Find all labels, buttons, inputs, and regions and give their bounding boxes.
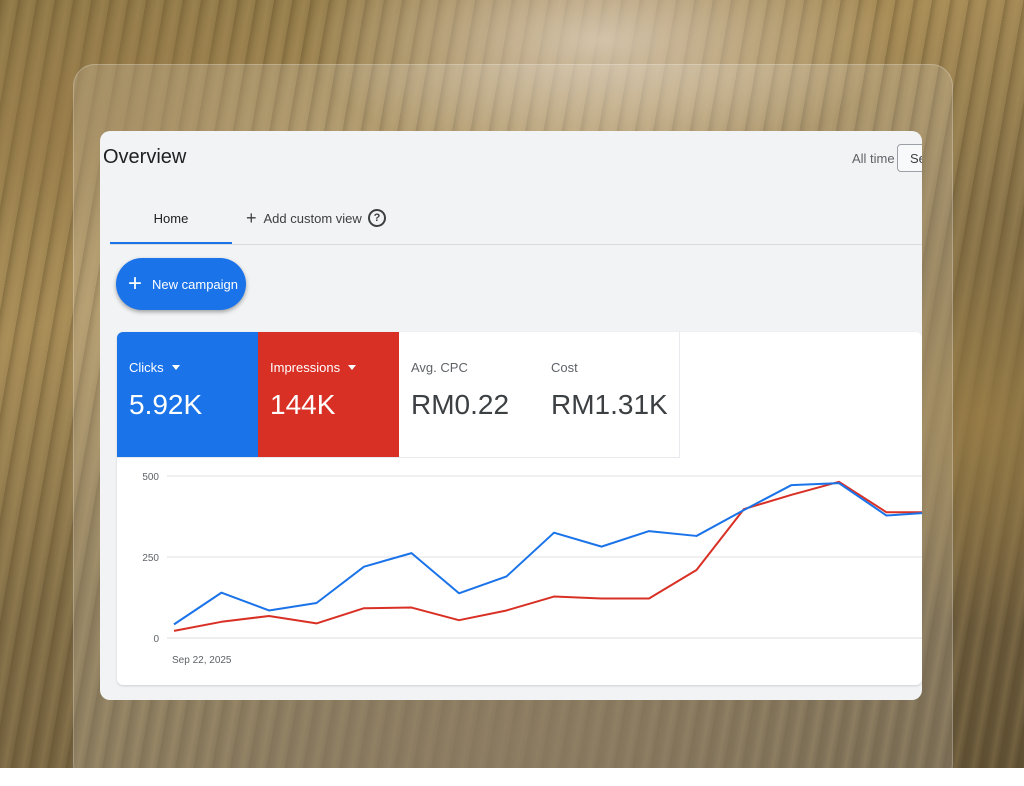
- new-campaign-label: New campaign: [152, 276, 239, 292]
- metric-value: 144K: [270, 389, 336, 420]
- metric-tile-clicks[interactable]: Clicks 5.92K: [117, 332, 258, 457]
- tab-home-label: Home: [153, 211, 189, 226]
- new-campaign-button[interactable]: + New campaign: [116, 258, 246, 310]
- caret-down-icon[interactable]: [171, 365, 180, 370]
- series-line: [173, 482, 922, 626]
- date-range-button[interactable]: Se: [897, 144, 922, 172]
- performance-card: Clicks 5.92K Impressions 144K Avg. CPC R…: [117, 332, 922, 685]
- tabs-divider: [110, 244, 922, 245]
- add-custom-view-button[interactable]: + Add custom view: [246, 209, 362, 227]
- metric-tile-avg-cpc[interactable]: Avg. CPC RM0.22: [399, 332, 540, 457]
- help-icon[interactable]: ?: [368, 209, 386, 227]
- metric-label: Cost: [551, 360, 578, 375]
- metric-tile-impressions[interactable]: Impressions 144K: [258, 332, 399, 457]
- metric-tile-cost[interactable]: Cost RM1.31K: [539, 332, 680, 457]
- overview-panel: Overview All time Se Home + Add custom v…: [100, 131, 922, 700]
- caret-down-icon[interactable]: [348, 365, 357, 370]
- tiles-divider: [117, 457, 680, 458]
- tab-home[interactable]: Home: [110, 205, 232, 245]
- y-tick-label: 500: [142, 472, 159, 483]
- metric-value: RM0.22: [411, 389, 510, 420]
- plus-icon: +: [128, 270, 143, 297]
- metric-value: RM1.31K: [551, 389, 668, 420]
- page-title: Overview: [103, 146, 187, 168]
- metric-label: Clicks: [129, 360, 164, 375]
- metric-value: 5.92K: [129, 389, 203, 420]
- x-tick-label: Sep 22, 2025: [172, 655, 232, 666]
- metric-label: Impressions: [270, 360, 341, 375]
- metric-label: Avg. CPC: [411, 360, 468, 375]
- performance-line-chart: 0 250 500 Sep 22, 2025: [142, 472, 922, 666]
- date-range-label: All time: [852, 151, 895, 166]
- y-tick-label: 250: [142, 553, 159, 564]
- y-tick-label: 0: [153, 634, 159, 645]
- add-custom-view-label: Add custom view: [263, 210, 362, 226]
- plus-icon: +: [246, 208, 257, 228]
